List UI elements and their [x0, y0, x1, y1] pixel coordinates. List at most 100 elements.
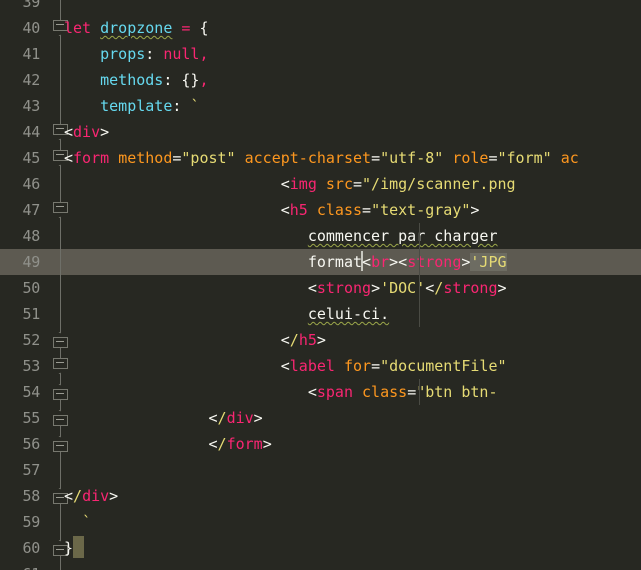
code-text[interactable]: </form> [64, 431, 272, 457]
code-text[interactable]: <strong>'DOC'</strong> [64, 275, 507, 301]
code-token: < [64, 149, 74, 167]
code-line[interactable]: 49 format<br><strong>'JPG [0, 249, 641, 275]
code-line[interactable]: 40 let dropzone = { [0, 15, 641, 41]
code-token: template [100, 97, 173, 115]
line-number: 39 [22, 0, 41, 11]
code-token: < [307, 383, 317, 401]
line-number: 57 [22, 461, 41, 479]
code-token: > [470, 201, 480, 219]
code-line[interactable]: 55 </div> [0, 405, 641, 431]
code-token: ac [560, 149, 579, 167]
code-line[interactable]: 57 [0, 457, 641, 483]
fold-guide-line [60, 0, 61, 15]
code-editor[interactable]: 39 40 let dropzone = {41 props: null, 42 me… [0, 0, 641, 570]
fold-marker-dash [56, 362, 64, 363]
code-token: class [362, 383, 408, 401]
code-text[interactable]: <form method="post" accept-charset="utf-… [64, 145, 579, 171]
code-text[interactable]: </h5> [64, 327, 326, 353]
fold-guide-line [60, 509, 61, 535]
code-token: = [353, 175, 363, 193]
code-token: < [362, 253, 372, 271]
code-token: "text-gray" [371, 201, 471, 219]
code-line[interactable]: 59 ` [0, 509, 641, 535]
code-line[interactable]: 51 celui-ci. [0, 301, 641, 327]
line-number: 50 [22, 279, 41, 297]
code-text[interactable]: methods: {}, [64, 67, 208, 93]
code-token: > [262, 435, 272, 453]
fold-column[interactable] [52, 561, 70, 570]
code-text[interactable]: ` [64, 509, 91, 535]
code-line[interactable]: 60} [0, 535, 641, 561]
fold-marker-dash [56, 419, 64, 420]
code-token: ` [82, 513, 92, 531]
code-line[interactable]: 50 <strong>'DOC'</strong> [0, 275, 641, 301]
code-text[interactable]: props: null, [64, 41, 208, 67]
code-token: "/img/scanner.png [362, 175, 516, 193]
code-token: / [73, 487, 83, 505]
code-token: dropzone [100, 19, 173, 37]
code-line[interactable]: 52 </h5> [0, 327, 641, 353]
code-text[interactable]: <label for="documentFile" [64, 353, 507, 379]
code-token: h5 [298, 331, 317, 349]
code-line[interactable]: 53 <label for="documentFile" [0, 353, 641, 379]
code-line[interactable]: 43 template: ` [0, 93, 641, 119]
code-token: > [100, 123, 110, 141]
code-token: > [371, 279, 381, 297]
fold-column[interactable] [52, 0, 70, 15]
code-line[interactable]: 61 [0, 561, 641, 570]
code-line[interactable]: 56 </form> [0, 431, 641, 457]
code-line[interactable]: 41 props: null, [0, 41, 641, 67]
bracket-match-highlight [73, 536, 85, 558]
code-token: div [226, 409, 254, 427]
code-text[interactable]: commencer par charger [64, 223, 498, 249]
line-number: 60 [22, 539, 41, 557]
code-token: div [73, 123, 101, 141]
code-token: < [64, 487, 74, 505]
line-number: 44 [22, 123, 41, 141]
code-line[interactable]: 46 <img src="/img/scanner.png [0, 171, 641, 197]
code-token: let [64, 19, 92, 37]
code-text[interactable]: <div> [64, 119, 109, 145]
code-line[interactable]: 54 <span class="btn btn- [0, 379, 641, 405]
code-text[interactable]: <h5 class="text-gray"> [64, 197, 480, 223]
code-text[interactable]: template: ` [64, 93, 199, 119]
code-token: / [289, 331, 299, 349]
fold-marker-dash [56, 445, 64, 446]
code-token: } [64, 539, 74, 557]
code-token: null [163, 45, 200, 63]
code-line[interactable]: 44 <div> [0, 119, 641, 145]
fold-guide-line [60, 275, 61, 301]
code-token: format [307, 253, 363, 271]
indent-guide [419, 301, 420, 327]
line-number: 41 [22, 45, 41, 63]
code-line[interactable]: 48 commencer par charger [0, 223, 641, 249]
code-line[interactable]: 39 [0, 0, 641, 15]
code-token: br [371, 253, 390, 271]
code-token: role [452, 149, 489, 167]
code-line[interactable]: 47 <h5 class="text-gray"> [0, 197, 641, 223]
code-text[interactable]: <span class="btn btn- [64, 379, 498, 405]
code-token: for [343, 357, 372, 375]
code-line[interactable]: 58 </div> [0, 483, 641, 509]
code-text[interactable]: <img src="/img/scanner.png [64, 171, 516, 197]
code-line[interactable]: 42 methods: {}, [0, 67, 641, 93]
code-token: celui-ci. [307, 305, 390, 323]
line-number: 43 [22, 97, 41, 115]
fold-column[interactable] [52, 457, 70, 483]
code-text[interactable]: </div> [64, 405, 263, 431]
code-line[interactable]: 45 <form method="post" accept-charset="ut… [0, 145, 641, 171]
code-text[interactable]: let dropzone = { [64, 15, 209, 41]
code-text[interactable]: } [64, 535, 85, 561]
code-text[interactable]: </div> [64, 483, 118, 509]
code-token: : [145, 45, 155, 63]
code-text[interactable]: format<br><strong>'JPG [64, 249, 507, 275]
code-token: < [425, 279, 435, 297]
code-text[interactable]: celui-ci. [64, 301, 420, 327]
